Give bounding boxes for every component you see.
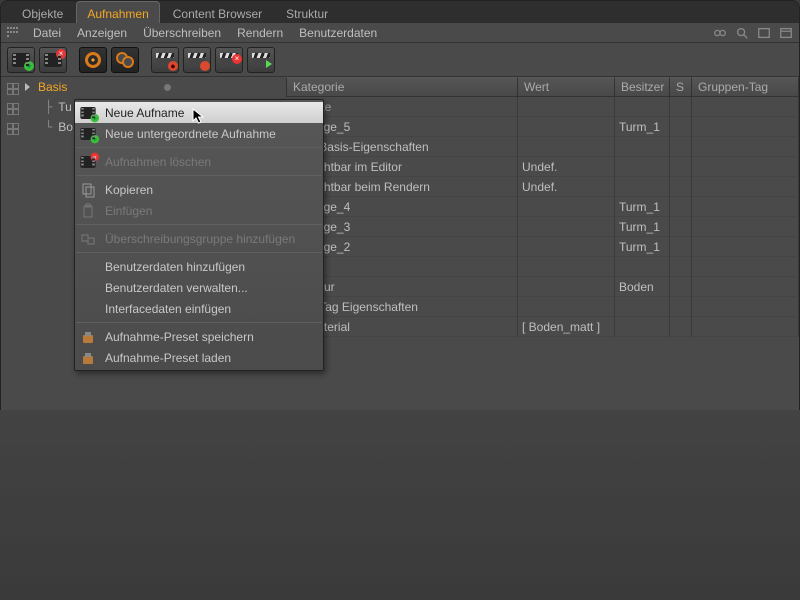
ctx-label: Interfacedaten einfügen <box>105 302 231 316</box>
new-take-button[interactable]: + <box>7 47 35 73</box>
ctx-aufnahme-preset-laden[interactable]: Aufnahme-Preset laden <box>75 347 323 368</box>
state-dot-icon[interactable] <box>164 84 171 91</box>
paste-icon <box>79 202 97 220</box>
grid-row[interactable]: └ P Sichtbar beim RendernUndef. <box>286 177 799 197</box>
tree-item[interactable]: Bo <box>58 120 73 134</box>
film-x-icon: × <box>79 153 97 171</box>
target-icon[interactable] <box>7 83 19 95</box>
ctx-label: Neue Aufname <box>105 106 184 120</box>
clapper-red-button[interactable] <box>183 47 211 73</box>
ctx-aufnahme-preset-speichern[interactable]: Aufnahme-Preset speichern <box>75 326 323 347</box>
ctx-interfacedaten-einf-gen[interactable]: Interfacedaten einfügen <box>75 298 323 319</box>
ring-button[interactable] <box>79 47 107 73</box>
film-plus-sub-icon: + <box>79 125 97 143</box>
copy-icon <box>79 181 97 199</box>
delete-take-button[interactable]: × <box>39 47 67 73</box>
ctx-label: Aufnahmen löschen <box>105 155 211 169</box>
tab-struktur[interactable]: Struktur <box>275 1 339 23</box>
ctx--berschreibungsgruppe-hinzuf-gen: Überschreibungsgruppe hinzufügen <box>75 228 323 249</box>
clapper-plus-button[interactable]: ● <box>151 47 179 73</box>
rings-button[interactable] <box>111 47 139 73</box>
separator <box>76 224 322 225</box>
menu-bar: Datei Anzeigen Überschreiben Rendern Ben… <box>1 23 799 43</box>
grip-icon <box>7 27 19 39</box>
grid-row[interactable]: └ Lage_2Turm_1 <box>286 237 799 257</box>
tab-objekte[interactable]: Objekte <box>11 1 74 23</box>
menu-datei[interactable]: Datei <box>25 26 69 40</box>
preset-load-icon <box>79 349 97 367</box>
menu-benutzerdaten[interactable]: Benutzerdaten <box>291 26 385 40</box>
separator <box>76 147 322 148</box>
column-header: Kategorie Wert Besitzer S Gruppen-Tag <box>286 77 799 97</box>
col-besitzer[interactable]: Besitzer <box>615 77 670 97</box>
search-icon[interactable] <box>735 26 749 40</box>
target-icon[interactable] <box>7 103 19 115</box>
grid-row[interactable]: └ P Material[ Boden_matt ] <box>286 317 799 337</box>
tree-item[interactable]: Tu <box>58 100 72 114</box>
grid-row[interactable]: TexturBoden <box>286 277 799 297</box>
grid-row[interactable]: └ Lage_5Turm_1 <box>286 117 799 137</box>
grid-row[interactable]: Objekte <box>286 97 799 117</box>
col-wert[interactable]: Wert <box>518 77 615 97</box>
ctx-label: Aufnahme-Preset speichern <box>105 330 254 344</box>
col-gruppen-tag[interactable]: Gruppen-Tag <box>692 77 799 97</box>
window-icon[interactable] <box>757 26 771 40</box>
col-s[interactable]: S <box>670 77 692 97</box>
blank-icon <box>79 300 97 318</box>
ctx-label: Neue untergeordnete Aufnahme <box>105 127 276 141</box>
ctx-benutzerdaten-verwalten-[interactable]: Benutzerdaten verwalten... <box>75 277 323 298</box>
ctx-label: Benutzerdaten verwalten... <box>105 281 248 295</box>
collapser-icon[interactable] <box>25 83 30 91</box>
tab-aufnahmen[interactable]: Aufnahmen <box>76 1 159 23</box>
context-menu: + Neue Aufname + Neue untergeordnete Aufnah… <box>74 99 324 371</box>
clapper-play-button[interactable] <box>247 47 275 73</box>
toolbar: + × ● × <box>1 43 799 77</box>
preset-save-icon <box>79 328 97 346</box>
cursor-icon <box>192 108 206 126</box>
separator <box>76 175 322 176</box>
grid-row[interactable]: └ Lage_4Turm_1 <box>286 197 799 217</box>
link-icon[interactable] <box>713 26 727 40</box>
ctx-aufnahmen-l-schen: × Aufnahmen löschen <box>75 151 323 172</box>
grid-row[interactable]: └− Basis-Eigenschaften <box>286 137 799 157</box>
grid-row[interactable]: Tags <box>286 257 799 277</box>
separator <box>76 322 322 323</box>
tab-content-browser[interactable]: Content Browser <box>162 1 273 23</box>
ctx-kopieren[interactable]: Kopieren <box>75 179 323 200</box>
col-kategorie[interactable]: Kategorie <box>286 77 518 97</box>
grid-row[interactable]: ├ P Sichtbar im EditorUndef. <box>286 157 799 177</box>
film-plus-icon: + <box>79 104 97 122</box>
tab-bar: Objekte Aufnahmen Content Browser Strukt… <box>1 1 799 23</box>
menu-rendern[interactable]: Rendern <box>229 26 291 40</box>
empty-area <box>0 410 800 600</box>
ctx-neue-untergeordnete-aufnahme[interactable]: + Neue untergeordnete Aufnahme <box>75 123 323 144</box>
ctx-label: Kopieren <box>105 183 153 197</box>
grid-row[interactable]: └− Tag Eigenschaften <box>286 297 799 317</box>
ctx-benutzerdaten-hinzuf-gen[interactable]: Benutzerdaten hinzufügen <box>75 256 323 277</box>
blank-icon <box>79 279 97 297</box>
ctx-einf-gen: Einfügen <box>75 200 323 221</box>
menu-anzeigen[interactable]: Anzeigen <box>69 26 135 40</box>
group-icon <box>79 230 97 248</box>
tree-root[interactable]: Basis <box>38 80 67 94</box>
grid-row[interactable]: └ Lage_3Turm_1 <box>286 217 799 237</box>
window-max-icon[interactable] <box>779 26 793 40</box>
ctx-label: Benutzerdaten hinzufügen <box>105 260 245 274</box>
separator <box>76 252 322 253</box>
menu-ueberschreiben[interactable]: Überschreiben <box>135 26 229 40</box>
blank-icon <box>79 258 97 276</box>
target-icon[interactable] <box>7 123 19 135</box>
ctx-label: Einfügen <box>105 204 152 218</box>
clapper-x-button[interactable]: × <box>215 47 243 73</box>
ctx-label: Überschreibungsgruppe hinzufügen <box>105 232 295 246</box>
ctx-label: Aufnahme-Preset laden <box>105 351 231 365</box>
